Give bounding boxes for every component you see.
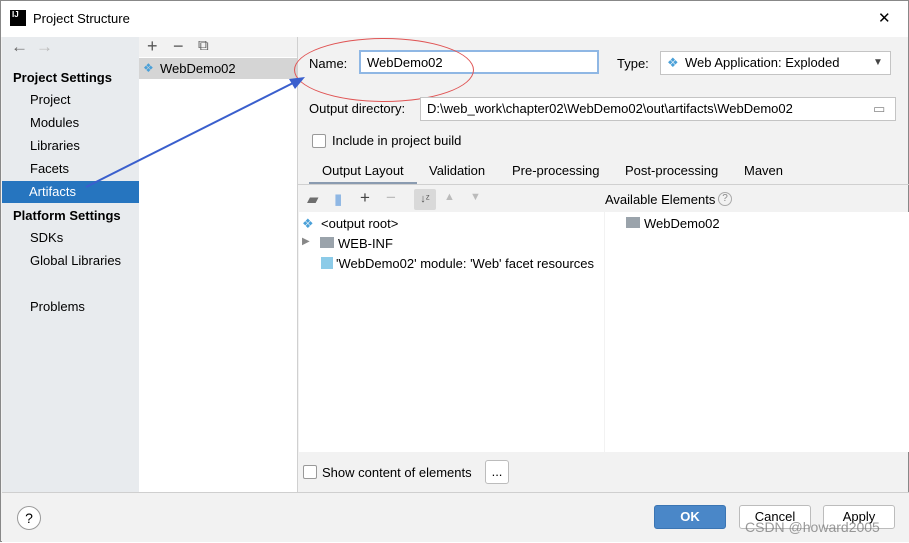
project-structure-dialog: IJ Project Structure ✕ ← → Project Setti…	[0, 0, 909, 542]
arrow-line	[85, 80, 298, 188]
annotation-arrow	[85, 77, 305, 188]
